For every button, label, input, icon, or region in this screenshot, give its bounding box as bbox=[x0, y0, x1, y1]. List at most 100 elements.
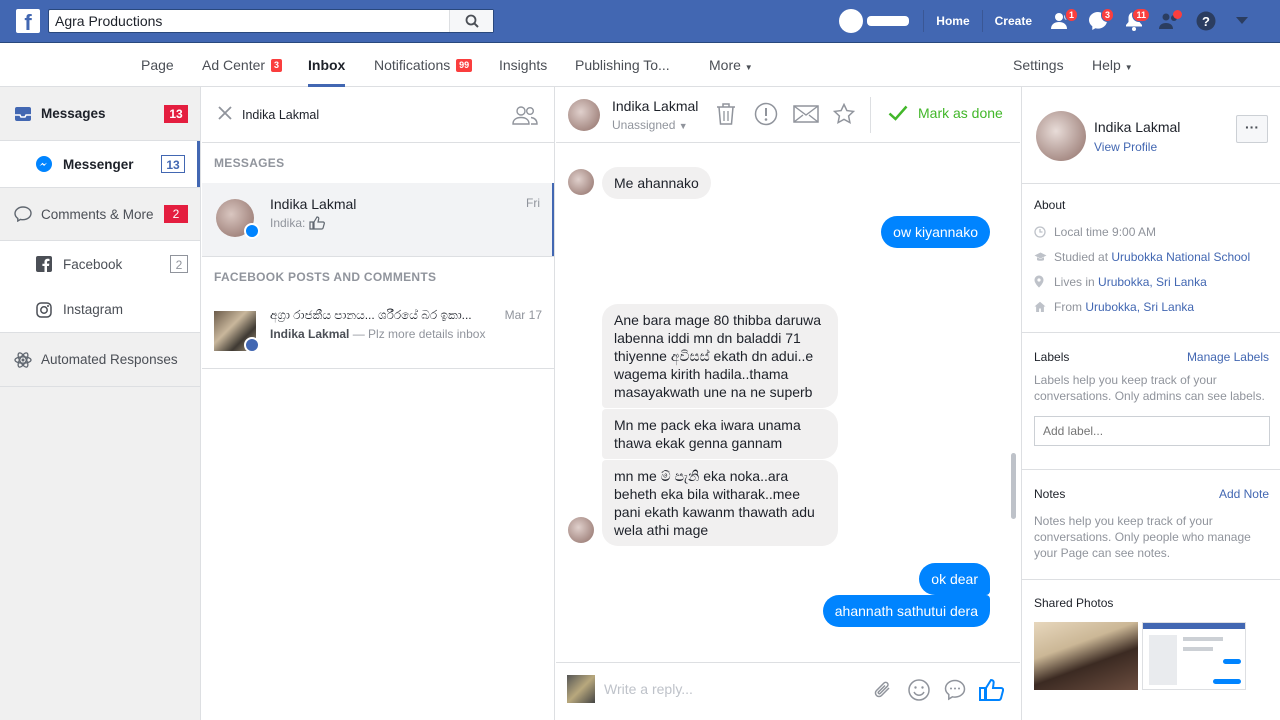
home-icon bbox=[1034, 301, 1054, 313]
search-input[interactable] bbox=[49, 10, 449, 32]
more-options-button[interactable]: ··· bbox=[1236, 115, 1268, 143]
comment-icon bbox=[14, 206, 34, 222]
sidebar-item-automated-responses[interactable]: Automated Responses bbox=[0, 333, 200, 387]
post-comment-item[interactable]: අග්‍රා රාජකීය පානය... ශරීරයේ බර ඉකා... I… bbox=[202, 297, 554, 369]
avatar[interactable] bbox=[1036, 111, 1086, 161]
tab-ad-center[interactable]: Ad Center 3 bbox=[202, 43, 282, 87]
instagram-icon bbox=[36, 301, 56, 318]
sidebar-item-label: Automated Responses bbox=[41, 352, 178, 367]
tab-notifications[interactable]: Notifications 99 bbox=[374, 43, 473, 87]
conversation-search: Indika Lakmal bbox=[202, 87, 554, 143]
facebook-badge-icon bbox=[244, 337, 260, 353]
notes-section: Notes Add Note Notes help you keep track… bbox=[1022, 470, 1280, 580]
facebook-logo-icon[interactable]: f bbox=[16, 9, 40, 33]
avatar bbox=[568, 517, 594, 543]
help-button[interactable]: ? bbox=[1188, 6, 1224, 36]
profile-link[interactable] bbox=[839, 9, 910, 33]
sidebar-item-label: Instagram bbox=[63, 302, 124, 317]
notifications-count-badge: 99 bbox=[456, 59, 473, 72]
emoji-icon[interactable] bbox=[906, 677, 932, 703]
screenshot-line bbox=[1183, 647, 1213, 651]
scrollbar[interactable] bbox=[1011, 453, 1016, 519]
message-bubble-outgoing: ow kiyannako bbox=[881, 216, 990, 248]
lives-link[interactable]: Urubokka, Sri Lanka bbox=[1098, 275, 1207, 289]
chat-contact-name[interactable]: Indika Lakmal bbox=[612, 98, 698, 114]
add-note-link[interactable]: Add Note bbox=[1219, 487, 1269, 501]
conversation-search-input[interactable]: Indika Lakmal bbox=[242, 108, 319, 122]
school-link[interactable]: Urubokka National School bbox=[1111, 250, 1250, 264]
view-profile-link[interactable]: View Profile bbox=[1094, 140, 1157, 154]
local-time-text: Local time 9:00 AM bbox=[1054, 224, 1157, 239]
messenger-badge-icon bbox=[244, 223, 260, 239]
conversation-item[interactable]: Indika Lakmal Indika: Fri bbox=[202, 183, 554, 256]
inbox-sidebar: Messages 13 Messenger 13 Comments & More… bbox=[0, 87, 201, 720]
caret-down-icon bbox=[1236, 17, 1248, 24]
star-icon[interactable] bbox=[831, 101, 857, 127]
page-navigation: Page Ad Center 3 Inbox Notifications 99 … bbox=[0, 43, 1280, 87]
notifications-button[interactable]: 11 bbox=[1116, 6, 1152, 36]
avatar[interactable] bbox=[568, 99, 600, 131]
friend-requests-button[interactable]: 1 bbox=[1044, 6, 1080, 36]
saved-replies-icon[interactable] bbox=[942, 677, 968, 703]
atom-icon bbox=[14, 351, 34, 369]
posts-section-header: FACEBOOK POSTS AND COMMENTS bbox=[214, 270, 437, 284]
sidebar-item-comments-more[interactable]: Comments & More 2 bbox=[0, 187, 200, 241]
lives-prefix: Lives in bbox=[1054, 274, 1095, 289]
sidebar-item-messenger[interactable]: Messenger 13 bbox=[0, 141, 200, 187]
search-button[interactable] bbox=[449, 10, 493, 32]
tab-insights[interactable]: Insights bbox=[499, 43, 547, 87]
post-author: Indika Lakmal bbox=[270, 327, 350, 341]
page-roles-button[interactable] bbox=[1152, 6, 1188, 36]
friends-badge: 1 bbox=[1064, 8, 1078, 22]
manage-labels-link[interactable]: Manage Labels bbox=[1187, 350, 1269, 364]
about-section: About Local time 9:00 AM Studied at Urub… bbox=[1022, 184, 1280, 333]
assign-dropdown[interactable]: Unassigned ▼ bbox=[612, 118, 688, 132]
sidebar-item-messages[interactable]: Messages 13 bbox=[0, 87, 200, 141]
message-bubble-outgoing: ahannath sathutui dera bbox=[822, 595, 990, 627]
messages-section-header: MESSAGES bbox=[214, 156, 285, 170]
tab-ad-center-label: Ad Center bbox=[202, 57, 266, 73]
tab-settings[interactable]: Settings bbox=[1013, 43, 1064, 87]
shared-photo[interactable] bbox=[1034, 622, 1138, 690]
messages-badge: 3 bbox=[1100, 8, 1114, 22]
messages-button[interactable]: 3 bbox=[1080, 6, 1116, 36]
facebook-icon bbox=[36, 256, 56, 272]
contact-name: Indika Lakmal bbox=[1094, 119, 1181, 135]
contact-info-pane: Indika Lakmal View Profile ··· About Loc… bbox=[1021, 87, 1280, 720]
attachment-icon[interactable] bbox=[870, 677, 896, 703]
trash-icon[interactable] bbox=[713, 101, 739, 127]
tab-page[interactable]: Page bbox=[141, 43, 174, 87]
tab-more[interactable]: More ▼ bbox=[709, 43, 753, 87]
hometown-link[interactable]: Urubokka, Sri Lanka bbox=[1085, 300, 1194, 314]
envelope-icon[interactable] bbox=[793, 101, 819, 127]
sidebar-item-facebook[interactable]: Facebook 2 bbox=[0, 241, 200, 287]
spam-icon[interactable] bbox=[753, 101, 779, 127]
screenshot-header bbox=[1143, 623, 1245, 629]
shared-photos-title: Shared Photos bbox=[1034, 596, 1114, 610]
avatar bbox=[839, 9, 864, 33]
sidebar-item-label: Messages bbox=[41, 106, 106, 121]
people-icon[interactable] bbox=[512, 105, 538, 128]
thumbs-up-icon[interactable] bbox=[978, 677, 1004, 703]
create-link[interactable]: Create bbox=[981, 10, 1044, 32]
location-pin-icon bbox=[1034, 275, 1054, 288]
mark-as-done-button[interactable]: Mark as done bbox=[888, 105, 1003, 121]
home-link[interactable]: Home bbox=[923, 10, 981, 32]
tab-publishing-tools[interactable]: Publishing To... bbox=[575, 43, 670, 87]
assign-dropdown-label: Unassigned bbox=[612, 118, 676, 132]
labels-help-text: Labels help you keep track of your conve… bbox=[1034, 373, 1265, 403]
clock-icon bbox=[1034, 225, 1054, 238]
graduation-cap-icon bbox=[1034, 251, 1054, 263]
account-menu-button[interactable] bbox=[1224, 6, 1260, 36]
avatar bbox=[568, 169, 594, 195]
shared-photo[interactable] bbox=[1142, 622, 1246, 690]
tab-inbox[interactable]: Inbox bbox=[308, 43, 346, 87]
sidebar-item-instagram[interactable]: Instagram bbox=[0, 287, 200, 333]
reply-input[interactable] bbox=[604, 679, 854, 699]
add-label-input[interactable] bbox=[1034, 416, 1270, 446]
caret-down-icon: ▼ bbox=[744, 63, 753, 72]
tab-help[interactable]: Help ▼ bbox=[1092, 43, 1133, 87]
labels-section: Labels Manage Labels Labels help you kee… bbox=[1022, 333, 1280, 470]
studied-row: Studied at Urubokka National School bbox=[1034, 244, 1268, 269]
close-icon[interactable] bbox=[218, 106, 232, 123]
